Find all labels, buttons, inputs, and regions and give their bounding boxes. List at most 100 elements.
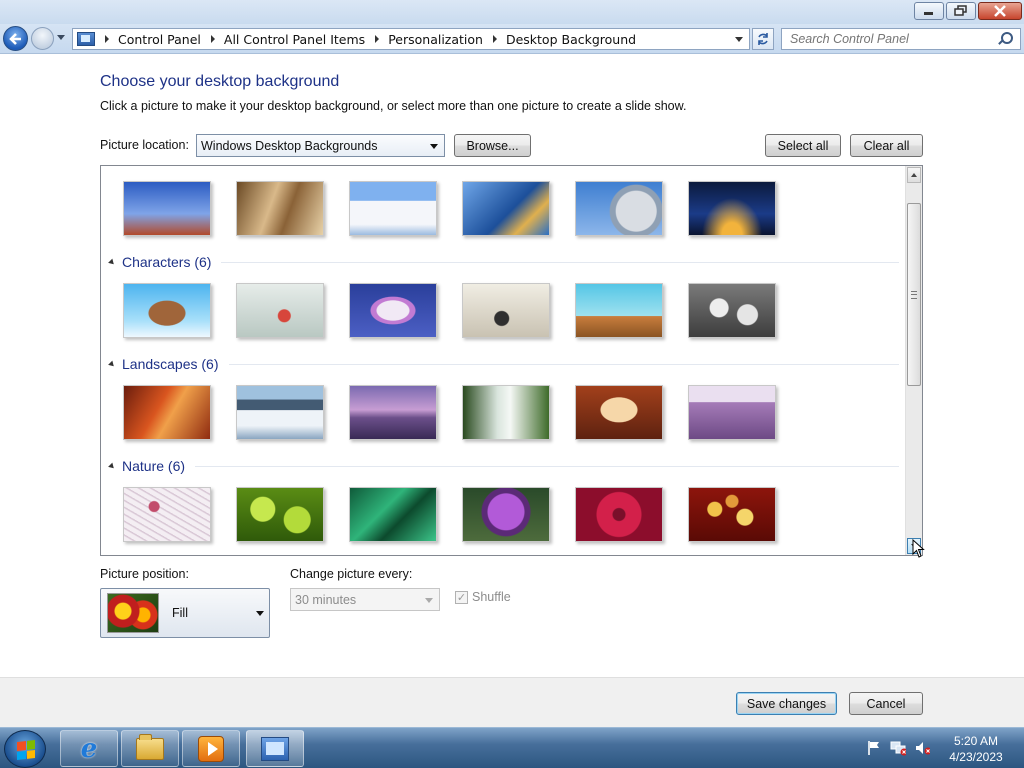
title-bar [0,0,1024,24]
thumbnail-red-canyon[interactable] [123,385,211,440]
main-content: Choose your desktop background Click a p… [0,55,1024,677]
picture-position-value: Fill [172,606,188,620]
thumbnail-abstract-arches[interactable] [236,181,324,236]
taskbar-windows-explorer[interactable] [121,730,179,767]
group-header-landscapes[interactable]: Landscapes (6) [108,355,899,373]
search-icon[interactable] [998,32,1013,46]
action-center-flag-icon[interactable] [866,740,882,756]
collapse-triangle-icon[interactable] [108,258,116,266]
group-header-nature[interactable]: Nature (6) [108,457,899,475]
thumbnail-creature-sky[interactable] [575,283,663,338]
restore-button[interactable] [946,2,976,20]
scroll-thumb[interactable] [907,203,921,386]
thumbnail-space-needle[interactable] [123,181,211,236]
taskbar-control-panel[interactable] [246,730,304,767]
mouse-cursor-icon [912,539,925,558]
thumbnail-character-blue[interactable] [349,283,437,338]
search-input[interactable] [782,32,994,46]
address-bar[interactable]: Control Panel All Control Panel Items Pe… [72,28,750,50]
system-tray [866,740,930,756]
group-title: Landscapes (6) [122,356,219,372]
clock-date: 4/23/2023 [949,750,1003,764]
window-controls [914,2,1022,20]
close-icon [994,5,1006,17]
shuffle-label: Shuffle [472,590,511,604]
collapse-triangle-icon[interactable] [108,360,116,368]
folder-icon [136,733,164,760]
picture-position-select[interactable]: Fill [100,588,270,638]
change-picture-label: Change picture every: [290,567,413,581]
minimize-icon [924,12,933,15]
thumbnail-red-dahlia[interactable] [575,487,663,542]
cancel-button[interactable]: Cancel [849,692,923,715]
thumbnail-waterfall[interactable] [462,385,550,440]
thumbnail-green-leaves[interactable] [349,487,437,542]
recent-pages-dropdown[interactable] [57,35,65,40]
shuffle-checkbox: ✓ [455,591,468,604]
thumbnail-blue-architecture[interactable] [462,181,550,236]
forward-button[interactable] [31,27,54,50]
thumbnail-night-bridge[interactable] [688,181,776,236]
breadcrumb-desktop-background[interactable]: Desktop Background [506,32,636,47]
volume-muted-icon[interactable] [914,740,930,756]
picture-location-label: Picture location: [100,138,189,152]
start-button[interactable] [4,730,46,768]
breadcrumb-separator-icon[interactable] [375,35,380,43]
thumbnail-green-bubbles[interactable] [236,487,324,542]
thumbnail-insect-sketch[interactable] [462,283,550,338]
control-panel-icon [261,736,289,761]
breadcrumb-separator-icon[interactable] [210,35,215,43]
breadcrumb-separator-icon[interactable] [105,35,109,43]
breadcrumb-personalization[interactable]: Personalization [388,32,483,47]
internet-explorer-icon: e [80,733,98,764]
thumbnail-gray-figures[interactable] [688,283,776,338]
network-icon[interactable] [890,740,906,756]
refresh-icon [758,33,768,45]
minimize-button[interactable] [914,2,944,20]
taskbar-internet-explorer[interactable]: e [60,730,118,767]
refresh-button[interactable] [752,28,774,50]
breadcrumb-separator-icon[interactable] [492,35,497,43]
collapse-triangle-icon[interactable] [108,462,116,470]
thumbnail-white-flower[interactable] [123,487,211,542]
back-button[interactable] [3,26,28,51]
chevron-down-icon [430,144,438,149]
save-changes-button[interactable]: Save changes [736,692,837,715]
picture-location-select[interactable]: Windows Desktop Backgrounds [196,134,445,157]
thumbnail-lavender-field[interactable] [688,385,776,440]
taskbar-media-player[interactable] [182,730,240,767]
restore-icon [954,5,967,16]
thumbnail-autumn-leaves[interactable] [688,487,776,542]
breadcrumb-control-panel[interactable]: Control Panel [118,32,201,47]
dialog-footer: Save changes Cancel [0,677,1024,727]
group-divider [221,261,899,263]
scroll-up-button[interactable] [907,167,921,183]
change-picture-interval-value: 30 minutes [295,592,357,607]
clock[interactable]: 5:20 AM 4/23/2023 [936,733,1016,765]
clear-all-button[interactable]: Clear all [850,134,923,157]
change-picture-interval-select: 30 minutes [290,588,440,611]
group-title: Nature (6) [122,458,186,474]
thumbnail-silver-dome[interactable] [575,181,663,236]
thumbnail-rock-arch[interactable] [575,385,663,440]
search-box[interactable] [781,28,1021,50]
close-button[interactable] [978,2,1022,20]
address-dropdown-icon[interactable] [735,37,743,42]
group-header-characters[interactable]: Characters (6) [108,253,899,271]
chevron-down-icon [256,611,264,616]
thumbnail-floating-island[interactable] [123,283,211,338]
thumbnail-purple-thistle[interactable] [462,487,550,542]
clock-time: 5:20 AM [953,734,999,748]
group-title: Characters (6) [122,254,212,270]
thumbnail-white-building[interactable] [349,181,437,236]
navigation-bar: Control Panel All Control Panel Items Pe… [0,24,1024,54]
picture-list[interactable]: Characters (6) Landscapes (6) Nature (6) [100,165,923,556]
browse-button[interactable]: Browse... [454,134,531,157]
vertical-scrollbar[interactable] [905,166,922,555]
media-player-icon [198,735,224,762]
breadcrumb-all-items[interactable]: All Control Panel Items [224,32,365,47]
thumbnail-ice-lake[interactable] [236,385,324,440]
select-all-button[interactable]: Select all [765,134,841,157]
thumbnail-fantasy-room[interactable] [236,283,324,338]
thumbnail-purple-coast[interactable] [349,385,437,440]
